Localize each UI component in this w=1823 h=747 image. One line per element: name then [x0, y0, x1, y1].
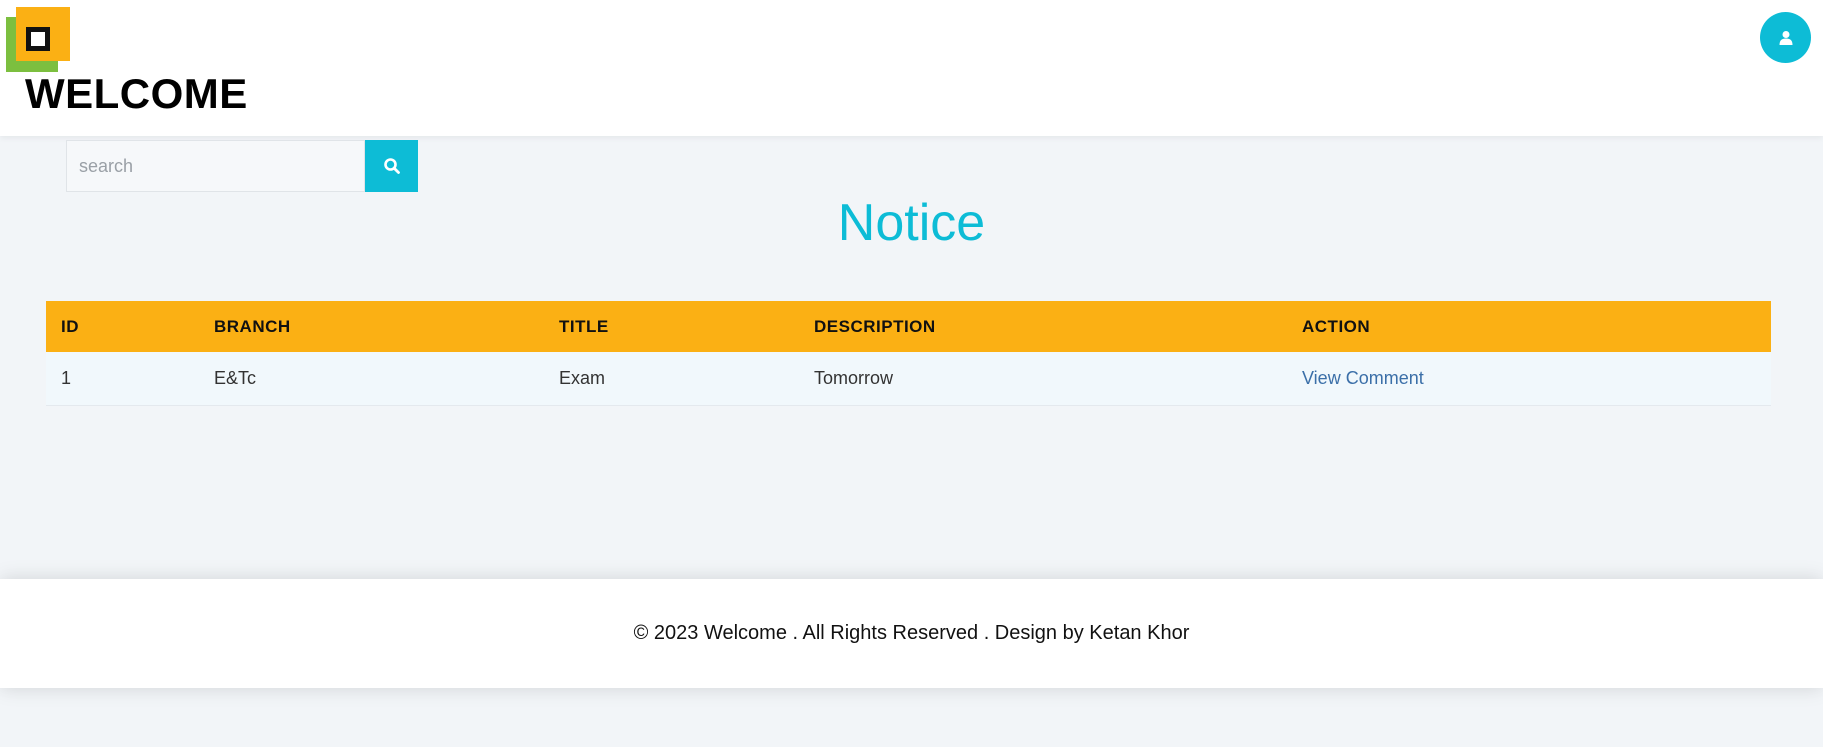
cell-description: Tomorrow [814, 367, 894, 388]
search-button[interactable] [365, 140, 418, 192]
view-comment-link[interactable]: View Comment [1302, 368, 1424, 388]
column-header-action: ACTION [1302, 316, 1371, 336]
footer-copyright: © 2023 Welcome . All Rights Reserved . D… [633, 622, 1190, 644]
table-row: 1 E&Tc Exam Tomorrow View Comment [46, 352, 1771, 405]
top-header: WELCOME [0, 0, 1823, 136]
footer: © 2023 Welcome . All Rights Reserved . D… [0, 579, 1823, 688]
logo-icon[interactable] [6, 7, 70, 73]
logo-inner-square [26, 27, 50, 51]
cell-title: Exam [559, 367, 606, 388]
user-menu-button[interactable] [1760, 12, 1811, 63]
column-header-id: ID [61, 316, 79, 336]
search-input[interactable] [66, 140, 365, 192]
user-icon [1779, 30, 1792, 45]
column-header-branch: BRANCH [214, 316, 291, 336]
cell-id: 1 [61, 367, 72, 388]
search-icon [383, 158, 400, 174]
search-bar [66, 140, 418, 192]
column-header-title: TITLE [559, 316, 609, 336]
cell-action: View Comment [1287, 352, 1771, 405]
notice-table: ID BRANCH TITLE DESCRIPTION ACTION 1 E&T… [46, 301, 1771, 406]
cell-branch: E&Tc [214, 367, 257, 388]
page-title: Notice [837, 194, 986, 252]
column-header-description: DESCRIPTION [814, 316, 936, 336]
brand-title: WELCOME [25, 70, 248, 117]
table-header-row: ID BRANCH TITLE DESCRIPTION ACTION [46, 301, 1771, 352]
